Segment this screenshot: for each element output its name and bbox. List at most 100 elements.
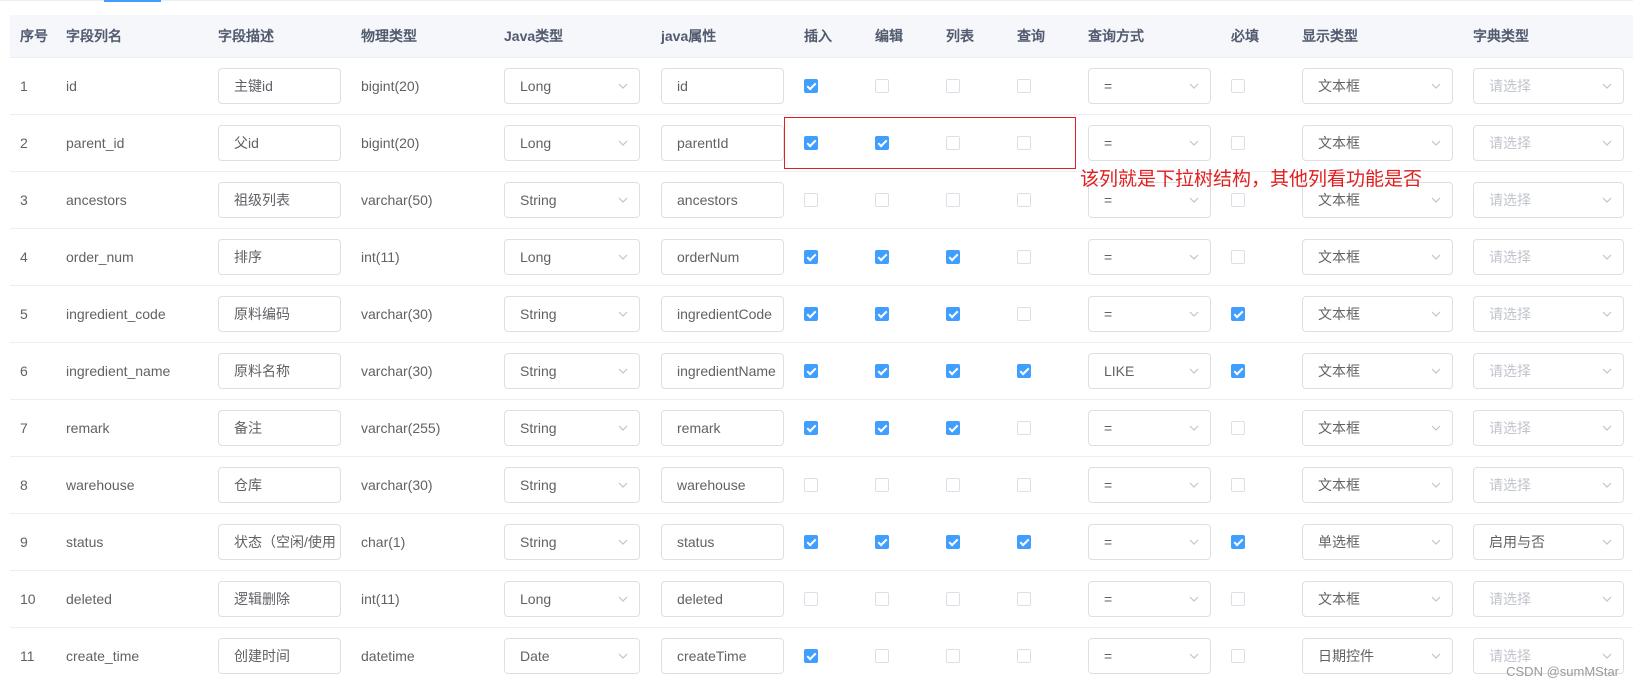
java-field-input[interactable]: status bbox=[661, 524, 784, 560]
list-checkbox[interactable] bbox=[946, 421, 960, 435]
insert-checkbox[interactable] bbox=[804, 250, 818, 264]
description-input[interactable]: 原料名称 bbox=[218, 353, 341, 389]
query-type-select[interactable]: = bbox=[1088, 524, 1211, 560]
dict-type-select[interactable]: 请选择 bbox=[1473, 581, 1624, 617]
dict-type-select[interactable]: 请选择 bbox=[1473, 353, 1624, 389]
query-type-select[interactable]: = bbox=[1088, 125, 1211, 161]
java-field-input[interactable]: parentId bbox=[661, 125, 784, 161]
query-type-select[interactable]: = bbox=[1088, 638, 1211, 674]
required-checkbox[interactable] bbox=[1231, 364, 1245, 378]
query-type-select[interactable]: = bbox=[1088, 581, 1211, 617]
java-type-select[interactable]: Long bbox=[504, 68, 640, 104]
dict-type-select[interactable]: 请选择 bbox=[1473, 410, 1624, 446]
query-checkbox[interactable] bbox=[1017, 535, 1031, 549]
list-checkbox[interactable] bbox=[946, 364, 960, 378]
required-checkbox[interactable] bbox=[1231, 79, 1245, 93]
description-input[interactable]: 原料编码 bbox=[218, 296, 341, 332]
html-type-select[interactable]: 文本框 bbox=[1302, 410, 1453, 446]
insert-checkbox[interactable] bbox=[804, 535, 818, 549]
required-checkbox[interactable] bbox=[1231, 478, 1245, 492]
java-type-select[interactable]: String bbox=[504, 524, 640, 560]
insert-checkbox[interactable] bbox=[804, 649, 818, 663]
dict-type-select[interactable]: 请选择 bbox=[1473, 239, 1624, 275]
java-type-select[interactable]: String bbox=[504, 467, 640, 503]
description-input[interactable]: 创建时间 bbox=[218, 638, 341, 674]
required-checkbox[interactable] bbox=[1231, 193, 1245, 207]
insert-checkbox[interactable] bbox=[804, 79, 818, 93]
required-checkbox[interactable] bbox=[1231, 250, 1245, 264]
description-input[interactable]: 状态（空闲/使用 bbox=[218, 524, 341, 560]
java-type-select[interactable]: Long bbox=[504, 125, 640, 161]
query-checkbox[interactable] bbox=[1017, 79, 1031, 93]
query-type-select[interactable]: = bbox=[1088, 68, 1211, 104]
java-type-select[interactable]: String bbox=[504, 353, 640, 389]
java-field-input[interactable]: deleted bbox=[661, 581, 784, 617]
html-type-select[interactable]: 文本框 bbox=[1302, 353, 1453, 389]
description-input[interactable]: 备注 bbox=[218, 410, 341, 446]
edit-checkbox[interactable] bbox=[875, 592, 889, 606]
insert-checkbox[interactable] bbox=[804, 193, 818, 207]
edit-checkbox[interactable] bbox=[875, 250, 889, 264]
java-type-select[interactable]: Long bbox=[504, 239, 640, 275]
query-checkbox[interactable] bbox=[1017, 478, 1031, 492]
description-input[interactable]: 祖级列表 bbox=[218, 182, 341, 218]
java-type-select[interactable]: Date bbox=[504, 638, 640, 674]
html-type-select[interactable]: 文本框 bbox=[1302, 239, 1453, 275]
query-type-select[interactable]: = bbox=[1088, 296, 1211, 332]
java-type-select[interactable]: Long bbox=[504, 581, 640, 617]
insert-checkbox[interactable] bbox=[804, 478, 818, 492]
edit-checkbox[interactable] bbox=[875, 649, 889, 663]
description-input[interactable]: 父id bbox=[218, 125, 341, 161]
query-type-select[interactable]: = bbox=[1088, 410, 1211, 446]
required-checkbox[interactable] bbox=[1231, 649, 1245, 663]
java-field-input[interactable]: warehouse bbox=[661, 467, 784, 503]
insert-checkbox[interactable] bbox=[804, 592, 818, 606]
edit-checkbox[interactable] bbox=[875, 535, 889, 549]
required-checkbox[interactable] bbox=[1231, 136, 1245, 150]
required-checkbox[interactable] bbox=[1231, 592, 1245, 606]
edit-checkbox[interactable] bbox=[875, 478, 889, 492]
list-checkbox[interactable] bbox=[946, 307, 960, 321]
query-type-select[interactable]: = bbox=[1088, 467, 1211, 503]
query-checkbox[interactable] bbox=[1017, 307, 1031, 321]
required-checkbox[interactable] bbox=[1231, 307, 1245, 321]
edit-checkbox[interactable] bbox=[875, 364, 889, 378]
query-type-select[interactable]: LIKE bbox=[1088, 353, 1211, 389]
dict-type-select[interactable]: 请选择 bbox=[1473, 296, 1624, 332]
list-checkbox[interactable] bbox=[946, 535, 960, 549]
edit-checkbox[interactable] bbox=[875, 307, 889, 321]
list-checkbox[interactable] bbox=[946, 478, 960, 492]
java-field-input[interactable]: ingredientCode bbox=[661, 296, 784, 332]
html-type-select[interactable]: 文本框 bbox=[1302, 581, 1453, 617]
java-field-input[interactable]: ancestors bbox=[661, 182, 784, 218]
dict-type-select[interactable]: 启用与否 bbox=[1473, 524, 1624, 560]
java-field-input[interactable]: createTime bbox=[661, 638, 784, 674]
query-type-select[interactable]: = bbox=[1088, 239, 1211, 275]
description-input[interactable]: 主键id bbox=[218, 68, 341, 104]
description-input[interactable]: 仓库 bbox=[218, 467, 341, 503]
java-field-input[interactable]: remark bbox=[661, 410, 784, 446]
required-checkbox[interactable] bbox=[1231, 535, 1245, 549]
edit-checkbox[interactable] bbox=[875, 193, 889, 207]
java-type-select[interactable]: String bbox=[504, 296, 640, 332]
list-checkbox[interactable] bbox=[946, 649, 960, 663]
required-checkbox[interactable] bbox=[1231, 421, 1245, 435]
java-field-input[interactable]: id bbox=[661, 68, 784, 104]
insert-checkbox[interactable] bbox=[804, 364, 818, 378]
query-checkbox[interactable] bbox=[1017, 649, 1031, 663]
dict-type-select[interactable]: 请选择 bbox=[1473, 125, 1624, 161]
insert-checkbox[interactable] bbox=[804, 421, 818, 435]
query-checkbox[interactable] bbox=[1017, 193, 1031, 207]
list-checkbox[interactable] bbox=[946, 592, 960, 606]
edit-checkbox[interactable] bbox=[875, 421, 889, 435]
list-checkbox[interactable] bbox=[946, 250, 960, 264]
html-type-select[interactable]: 文本框 bbox=[1302, 68, 1453, 104]
list-checkbox[interactable] bbox=[946, 193, 960, 207]
html-type-select[interactable]: 文本框 bbox=[1302, 467, 1453, 503]
query-checkbox[interactable] bbox=[1017, 364, 1031, 378]
query-checkbox[interactable] bbox=[1017, 592, 1031, 606]
dict-type-select[interactable]: 请选择 bbox=[1473, 182, 1624, 218]
html-type-select[interactable]: 日期控件 bbox=[1302, 638, 1453, 674]
html-type-select[interactable]: 文本框 bbox=[1302, 125, 1453, 161]
edit-checkbox[interactable] bbox=[875, 79, 889, 93]
